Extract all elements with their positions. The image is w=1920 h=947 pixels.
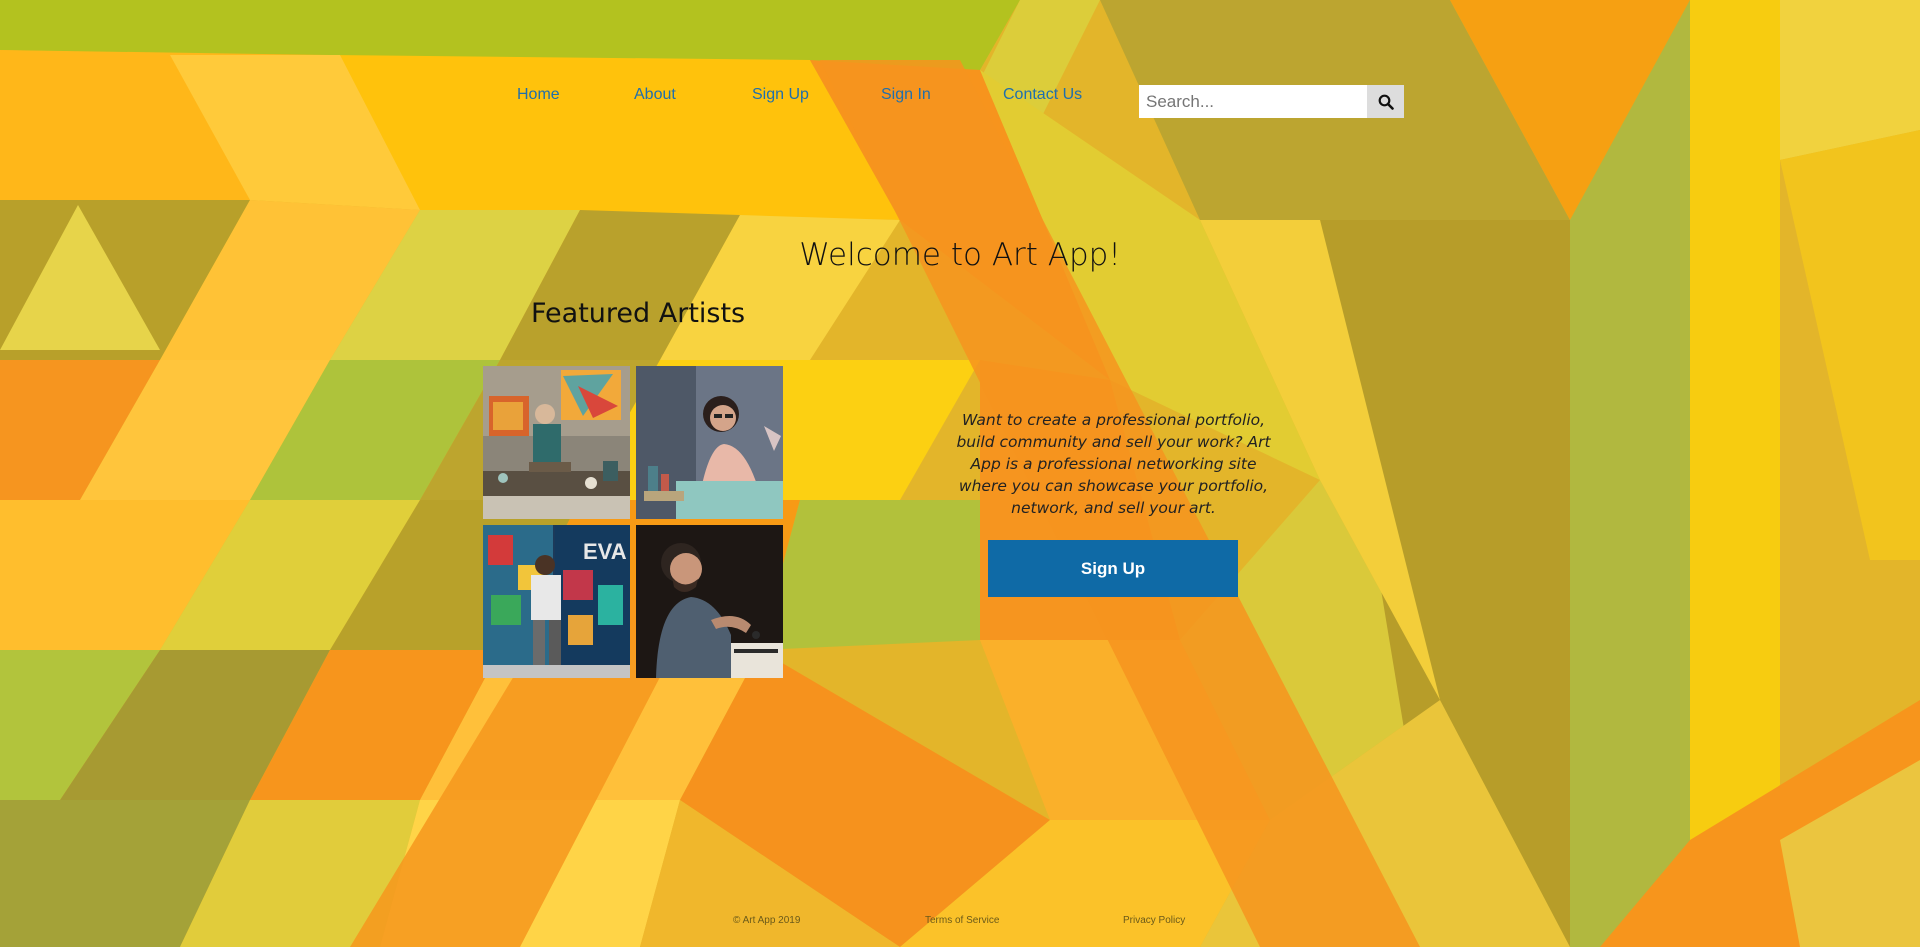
artist-photo-painter-workshop[interactable] [483, 366, 630, 519]
search-bar [1139, 85, 1404, 118]
nav-contact-us[interactable]: Contact Us [1003, 86, 1082, 104]
nav-home[interactable]: Home [517, 86, 560, 104]
footer-copyright: © Art App 2019 [733, 915, 801, 926]
footer-privacy-link[interactable]: Privacy Policy [1123, 915, 1185, 926]
artist-photo-woman-painting[interactable] [636, 366, 783, 519]
search-icon [1378, 94, 1394, 110]
hero-tagline: Want to create a professional portfolio,… [956, 411, 1271, 517]
hero-sign-up-button[interactable]: Sign Up [988, 540, 1238, 597]
featured-artists-grid: EVA [483, 366, 783, 678]
search-input[interactable] [1139, 85, 1367, 118]
nav-sign-in[interactable]: Sign In [881, 86, 931, 104]
nav-about[interactable]: About [634, 86, 676, 104]
footer-terms-link[interactable]: Terms of Service [925, 915, 999, 926]
artist-photo-tattooed-artist[interactable] [636, 525, 783, 678]
search-button[interactable] [1367, 85, 1404, 118]
nav-sign-up[interactable]: Sign Up [752, 86, 809, 104]
page-title-wrap: Welcome to Art App! [0, 237, 1920, 273]
page-title: Welcome to Art App! [799, 237, 1121, 273]
artist-photo-street-mural[interactable]: EVA [483, 525, 630, 678]
featured-artists-heading: Featured Artists [531, 298, 746, 329]
svg-text:EVA: EVA [583, 539, 627, 564]
top-nav: Home About Sign Up Sign In Contact Us [0, 86, 1920, 126]
